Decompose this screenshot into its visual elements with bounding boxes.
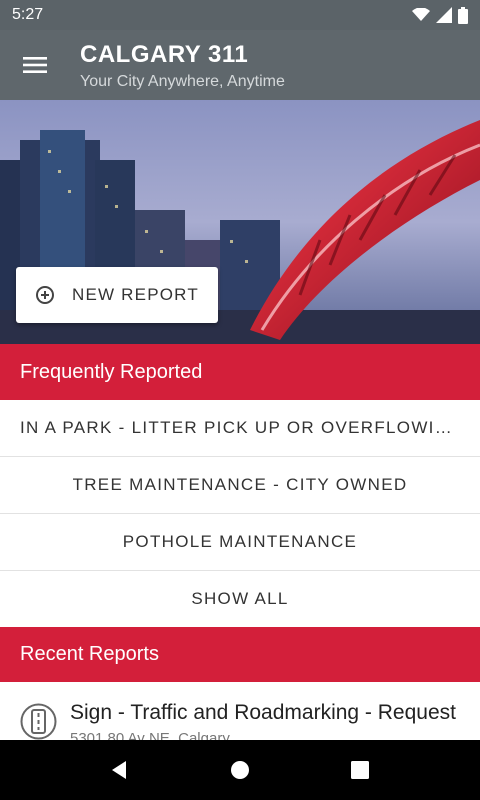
recent-report-address: 5301 80 Av NE, Calgary bbox=[70, 730, 230, 740]
frequently-reported-title: Frequently Reported bbox=[20, 360, 203, 383]
frequent-item-litter[interactable]: IN A PARK - LITTER PICK UP OR OVERFLOWIN… bbox=[0, 400, 480, 457]
new-report-label: NEW REPORT bbox=[72, 285, 199, 304]
battery-icon bbox=[458, 6, 468, 24]
back-button[interactable] bbox=[100, 750, 140, 790]
wifi-icon bbox=[412, 8, 430, 21]
home-circle-icon bbox=[231, 761, 249, 779]
frequent-item-label: IN A PARK - LITTER PICK UP OR OVERFLOWIN… bbox=[20, 418, 460, 437]
recent-reports-header: Recent Reports bbox=[0, 627, 480, 682]
frequent-item-label: POTHOLE MAINTENANCE bbox=[122, 532, 358, 551]
hamburger-menu-icon bbox=[23, 57, 47, 73]
menu-button[interactable] bbox=[14, 47, 56, 83]
frequent-item-pothole[interactable]: POTHOLE MAINTENANCE bbox=[0, 514, 480, 571]
status-time: 5:27 bbox=[12, 6, 44, 23]
frequent-item-tree[interactable]: TREE MAINTENANCE - CITY OWNED bbox=[0, 457, 480, 514]
back-triangle-icon bbox=[112, 761, 126, 779]
traffic-sign-icon bbox=[20, 703, 57, 740]
frequently-reported-header: Frequently Reported bbox=[0, 344, 480, 400]
recent-report-item[interactable]: Sign - Traffic and Roadmarking - Request… bbox=[0, 682, 480, 740]
status-icons bbox=[412, 6, 468, 24]
app-title: CALGARY 311 bbox=[80, 41, 249, 68]
show-all-button[interactable]: SHOW ALL bbox=[0, 571, 480, 628]
recent-report-title: Sign - Traffic and Roadmarking - Request bbox=[70, 701, 456, 724]
recent-reports-title: Recent Reports bbox=[20, 643, 159, 665]
frequent-item-label: TREE MAINTENANCE - CITY OWNED bbox=[72, 475, 408, 494]
home-button[interactable] bbox=[220, 750, 260, 790]
add-circle-icon bbox=[36, 286, 54, 304]
app-bar: CALGARY 311 Your City Anywhere, Anytime bbox=[0, 30, 480, 100]
recents-button[interactable] bbox=[340, 750, 380, 790]
show-all-label: SHOW ALL bbox=[191, 589, 289, 608]
app-subtitle: Your City Anywhere, Anytime bbox=[80, 73, 285, 90]
new-report-button[interactable]: NEW REPORT bbox=[16, 267, 218, 323]
signal-icon bbox=[436, 7, 452, 23]
recents-square-icon bbox=[351, 761, 369, 779]
navigation-bar bbox=[0, 740, 480, 800]
status-bar: 5:27 bbox=[0, 0, 480, 30]
